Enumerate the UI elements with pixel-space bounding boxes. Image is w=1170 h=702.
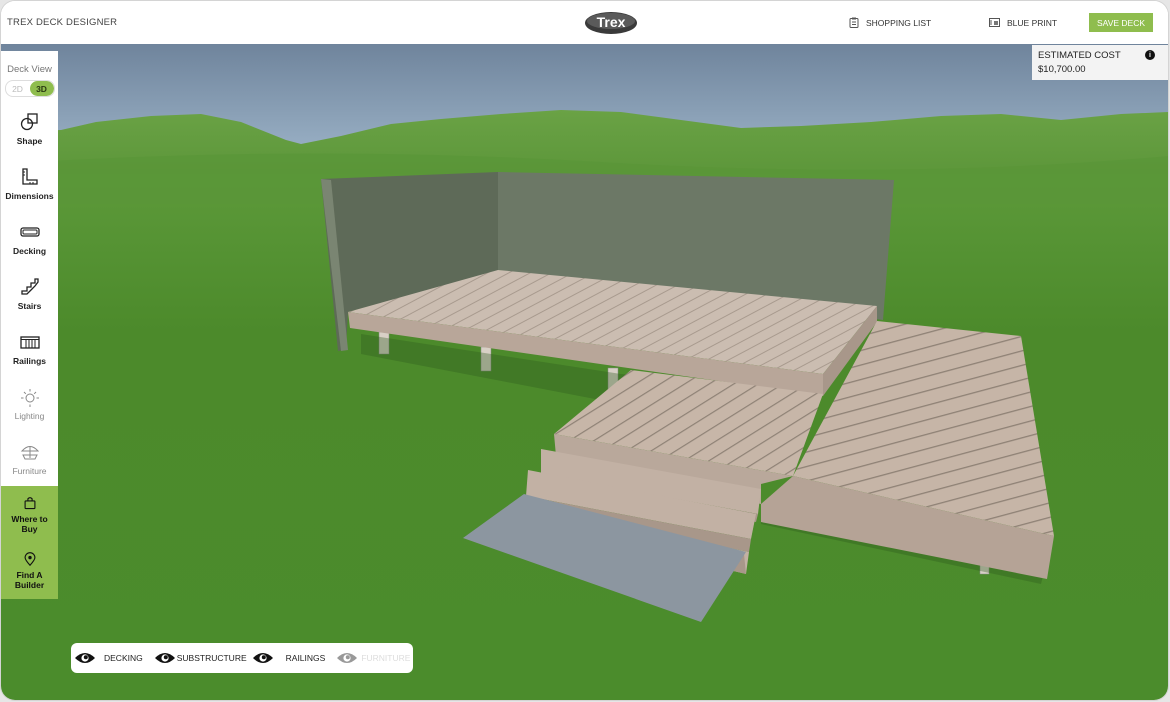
- layer-toggle-substructure[interactable]: SUBSTRUCTURE: [154, 643, 247, 673]
- umbrella-table-icon: [20, 445, 39, 459]
- eye-icon: [154, 653, 175, 663]
- sidebar-item-label: Shape: [16, 135, 43, 146]
- sidebar-item-label: Stairs: [17, 300, 42, 311]
- sidebar-item-label: Railings: [12, 355, 47, 366]
- sidebar-actions: Where to Buy Find A Builder: [1, 486, 58, 599]
- layer-label: DECKING: [104, 653, 143, 663]
- layer-label: SUBSTRUCTURE: [176, 653, 247, 663]
- sidebar: Deck View 2D 3D Shape Dimensions Decking…: [1, 51, 58, 599]
- sidebar-item-furniture[interactable]: Furniture: [1, 431, 58, 486]
- sidebar-item-shape[interactable]: Shape: [1, 101, 58, 156]
- location-pin-icon: [24, 552, 35, 566]
- find-a-builder-button[interactable]: Find A Builder: [1, 543, 58, 599]
- view-2d-option[interactable]: 2D: [6, 81, 30, 96]
- view-3d-option[interactable]: 3D: [29, 81, 54, 96]
- deck-3d-viewport[interactable]: [1, 44, 1168, 700]
- eye-icon: [252, 653, 273, 663]
- top-bar: TREX DECK DESIGNER Trex SHOPPING LIST BL…: [1, 1, 1168, 44]
- info-icon[interactable]: i: [1145, 50, 1155, 60]
- view-toggle[interactable]: 2D 3D: [4, 80, 55, 97]
- find-a-builder-label: Find A Builder: [14, 570, 45, 590]
- railing-icon: [19, 335, 40, 349]
- estimated-cost-value: $10,700.00: [1038, 64, 1086, 75]
- decking-board-icon: [19, 226, 40, 237]
- sidebar-item-label: Lighting: [14, 410, 45, 421]
- blueprint-icon: [989, 18, 1000, 27]
- blue-print-label: BLUE PRINT: [1007, 17, 1058, 28]
- layer-label: RAILINGS: [285, 653, 326, 663]
- estimated-cost-panel: ESTIMATED COST $10,700.00 i: [1032, 45, 1168, 80]
- sidebar-item-label: Furniture: [12, 465, 47, 476]
- shopping-bag-icon: [24, 496, 35, 509]
- ruler-icon: [21, 167, 38, 185]
- trex-logo[interactable]: Trex: [584, 11, 638, 35]
- estimated-cost-title: ESTIMATED COST: [1038, 50, 1121, 61]
- clipboard-icon: [849, 17, 859, 28]
- sidebar-item-decking[interactable]: Decking: [1, 211, 58, 266]
- sun-icon: [20, 388, 39, 407]
- eye-icon: [337, 653, 358, 663]
- eye-icon: [75, 653, 95, 663]
- layer-toggle-decking[interactable]: DECKING: [74, 643, 143, 673]
- shopping-list-button[interactable]: SHOPPING LIST: [849, 17, 931, 28]
- where-to-buy-button[interactable]: Where to Buy: [1, 486, 58, 543]
- stairs-icon: [20, 277, 39, 295]
- layer-toggle-furniture[interactable]: FURNITURE: [336, 643, 410, 673]
- app-title: TREX DECK DESIGNER: [7, 17, 118, 28]
- shape-icon: [20, 112, 38, 130]
- sidebar-item-railings[interactable]: Railings: [1, 321, 58, 376]
- sidebar-item-label: Decking: [12, 245, 47, 256]
- layer-label: FURNITURE: [361, 653, 411, 663]
- deck-view-title: Deck View: [7, 64, 52, 75]
- svg-text:Trex: Trex: [597, 14, 626, 30]
- save-deck-button[interactable]: SAVE DECK: [1089, 13, 1153, 32]
- shopping-list-label: SHOPPING LIST: [866, 17, 932, 28]
- sidebar-item-dimensions[interactable]: Dimensions: [1, 156, 58, 211]
- layer-toggle-railings[interactable]: RAILINGS: [252, 643, 326, 673]
- app-window: TREX DECK DESIGNER Trex SHOPPING LIST BL…: [1, 1, 1168, 700]
- sidebar-item-label: Dimensions: [5, 190, 54, 201]
- sidebar-item-stairs[interactable]: Stairs: [1, 266, 58, 321]
- where-to-buy-label: Where to Buy: [11, 513, 48, 534]
- layer-visibility-bar: DECKING SUBSTRUCTURE RAILINGS FURNITURE: [71, 643, 413, 673]
- blue-print-button[interactable]: BLUE PRINT: [989, 17, 1057, 28]
- sidebar-item-lighting[interactable]: Lighting: [1, 376, 58, 431]
